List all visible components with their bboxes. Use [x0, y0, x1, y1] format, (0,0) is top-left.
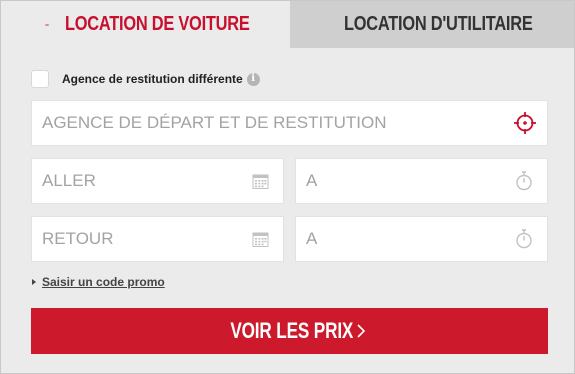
different-return-agency-row: Agence de restitution différente i — [31, 69, 260, 89]
tab-van-label: LOCATION D'UTILITAIRE — [344, 13, 533, 35]
see-prices-button[interactable]: VOIR LES PRIX — [31, 308, 548, 354]
outbound-date-input[interactable]: ALLER — [31, 158, 284, 204]
different-return-agency-label[interactable]: Agence de restitution différente — [62, 72, 243, 86]
stopwatch-icon[interactable] — [515, 171, 533, 191]
tab-van-rental[interactable]: LOCATION D'UTILITAIRE — [290, 1, 574, 48]
chevron-right-icon — [357, 324, 366, 338]
agency-search-placeholder: AGENCE DE DÉPART ET DE RESTITUTION — [42, 113, 387, 132]
return-time-placeholder: A — [306, 229, 318, 248]
tab-car-label: LOCATION DE VOITURE — [64, 13, 250, 35]
rental-search-widget: LOCATION DE VOITURE LOCATION D'UTILITAIR… — [0, 0, 575, 374]
return-time-input[interactable]: A — [295, 216, 548, 262]
outbound-date-placeholder: ALLER — [42, 171, 96, 190]
caret-right-icon — [32, 279, 36, 285]
tab-car-rental[interactable]: LOCATION DE VOITURE — [1, 1, 290, 48]
car-icon — [45, 23, 49, 26]
different-return-agency-checkbox[interactable] — [31, 70, 49, 88]
info-icon[interactable]: i — [246, 72, 260, 86]
calendar-icon[interactable] — [252, 173, 269, 190]
outbound-time-input[interactable]: A — [295, 158, 548, 204]
calendar-icon[interactable] — [252, 231, 269, 248]
return-date-placeholder: RETOUR — [42, 229, 114, 248]
crosshair-icon[interactable] — [513, 111, 537, 135]
agency-search-input[interactable]: AGENCE DE DÉPART ET DE RESTITUTION — [31, 100, 548, 146]
outbound-time-placeholder: A — [306, 171, 318, 190]
promo-code-label: Saisir un code promo — [42, 275, 165, 289]
stopwatch-icon[interactable] — [515, 229, 533, 249]
return-date-input[interactable]: RETOUR — [31, 216, 284, 262]
promo-code-link[interactable]: Saisir un code promo — [32, 275, 165, 289]
see-prices-label: VOIR LES PRIX — [230, 318, 353, 343]
rental-type-tabs: LOCATION DE VOITURE LOCATION D'UTILITAIR… — [1, 1, 574, 48]
